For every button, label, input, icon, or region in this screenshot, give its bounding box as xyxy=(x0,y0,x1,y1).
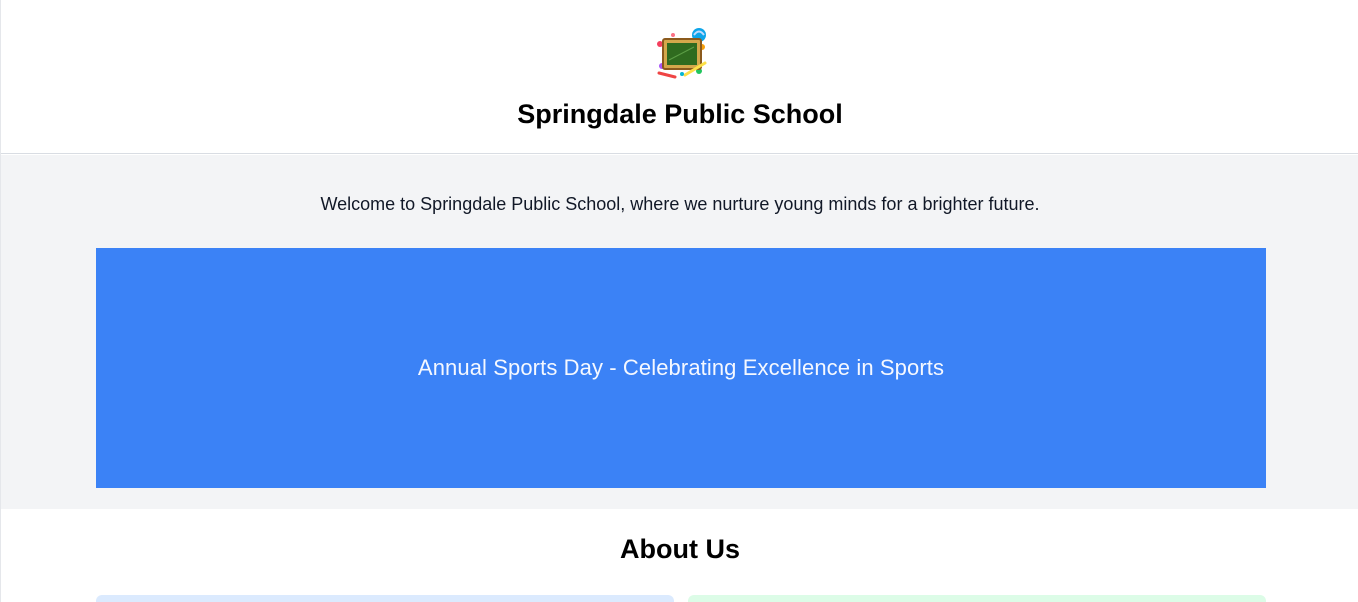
chalkboard-school-logo-icon xyxy=(657,28,707,79)
about-card-blue xyxy=(96,595,674,602)
site-header: Springdale Public School xyxy=(1,0,1358,154)
school-name-title: Springdale Public School xyxy=(517,99,843,129)
welcome-message: Welcome to Springdale Public School, whe… xyxy=(320,194,1040,214)
hero-section: Welcome to Springdale Public School, whe… xyxy=(1,155,1358,509)
about-us-title: About Us xyxy=(620,534,740,564)
about-card-green xyxy=(688,595,1266,602)
about-us-section: About Us xyxy=(1,509,1358,602)
banner-text: Annual Sports Day - Celebrating Excellen… xyxy=(417,355,945,380)
school-homepage: Springdale Public School Welcome to Spri… xyxy=(0,0,1358,602)
sports-day-banner: Annual Sports Day - Celebrating Excellen… xyxy=(96,248,1266,488)
